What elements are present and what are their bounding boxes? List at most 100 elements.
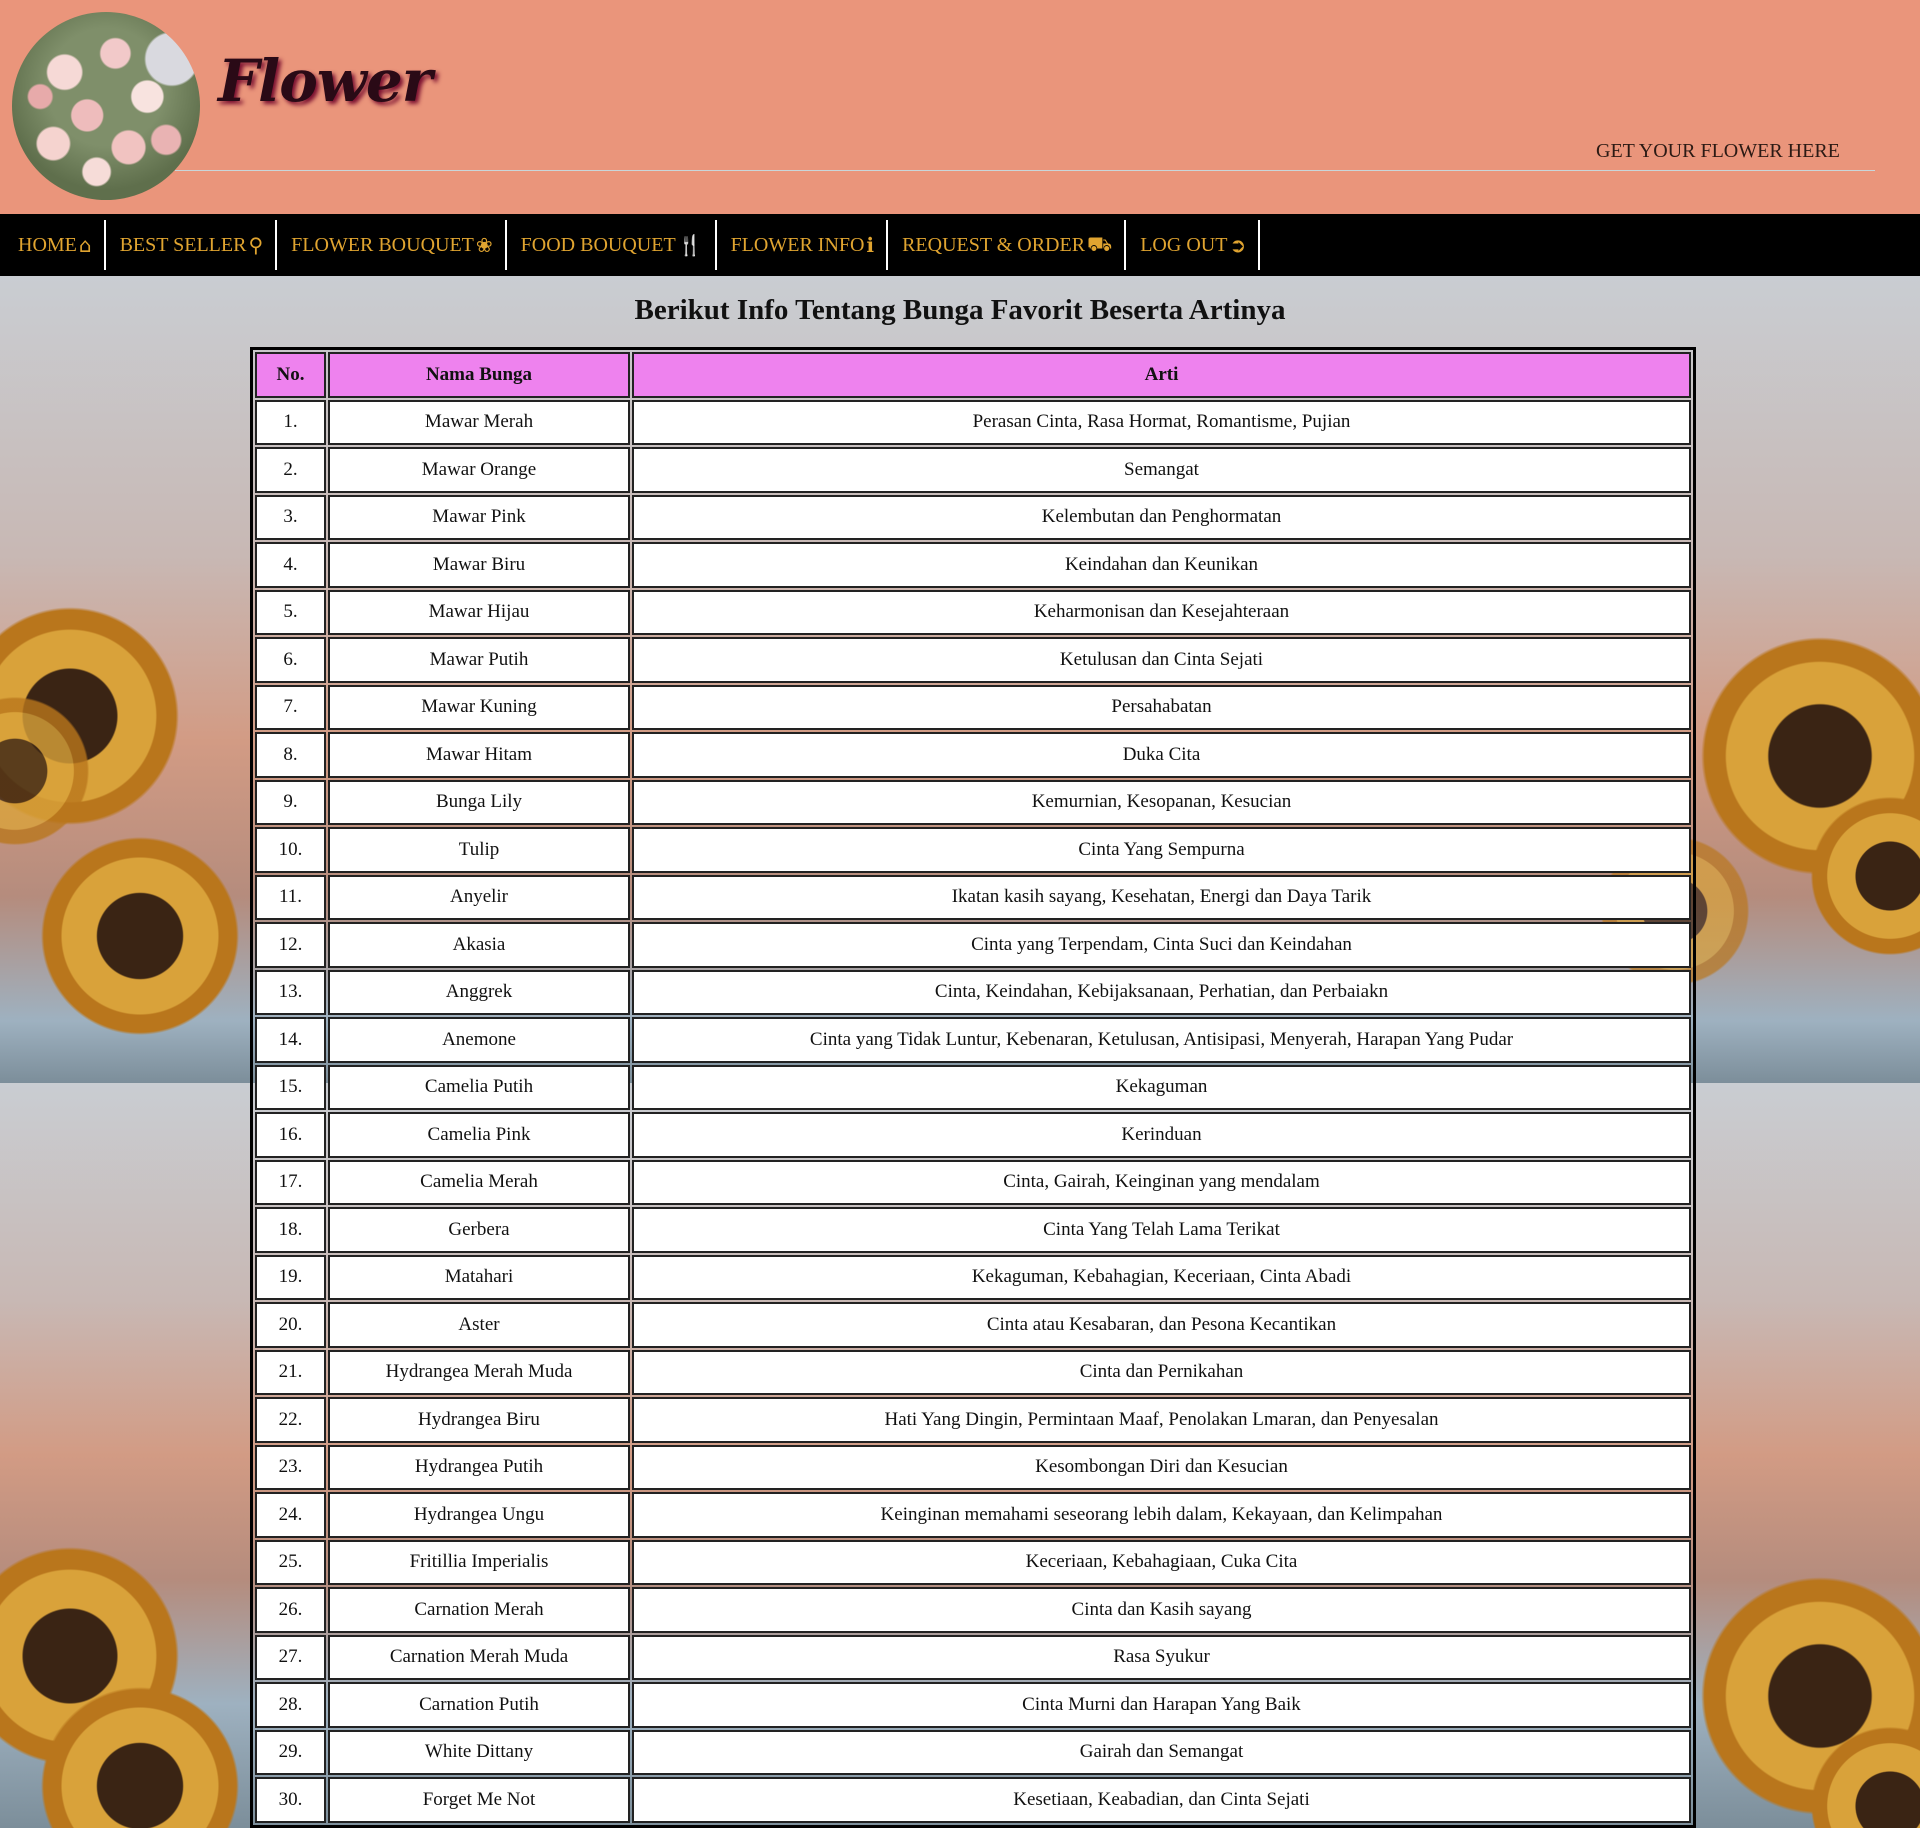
cell-flower-name: Hydrangea Putih bbox=[328, 1444, 630, 1490]
cell-flower-name: Akasia bbox=[328, 922, 630, 968]
table-row: 21. Hydrangea Merah Muda Cinta dan Pernika… bbox=[255, 1349, 1691, 1395]
cell-flower-name: Mawar Merah bbox=[328, 399, 630, 445]
nav-best-seller[interactable]: BEST SELLER ⚲ bbox=[106, 220, 278, 270]
cell-no: 15. bbox=[255, 1064, 326, 1110]
table-row: 29. White Dittany Gairah dan Semangat bbox=[255, 1729, 1691, 1775]
cell-flower-name: Aster bbox=[328, 1302, 630, 1348]
site-title: Flower bbox=[218, 47, 432, 115]
table-row: 28. Carnation Putih Cinta Murni dan Harapa… bbox=[255, 1682, 1691, 1728]
cell-flower-name: Hydrangea Merah Muda bbox=[328, 1349, 630, 1395]
cell-no: 30. bbox=[255, 1777, 326, 1823]
cutlery-icon: 🍴 bbox=[677, 233, 703, 257]
cell-meaning: Kekaguman bbox=[632, 1064, 1691, 1110]
cell-meaning: Cinta yang Terpendam, Cinta Suci dan Kei… bbox=[632, 922, 1691, 968]
cell-flower-name: Mawar Kuning bbox=[328, 684, 630, 730]
cell-flower-name: Mawar Pink bbox=[328, 494, 630, 540]
leaf-icon: ❀ bbox=[475, 233, 493, 257]
nav-home[interactable]: HOME ⌂ bbox=[0, 220, 106, 270]
nav-request-order-label: REQUEST & ORDER bbox=[902, 233, 1086, 256]
cell-meaning: Semangat bbox=[632, 447, 1691, 493]
table-row: 6. Mawar Putih Ketulusan dan Cinta Sejati bbox=[255, 637, 1691, 683]
cell-meaning: Cinta Yang Telah Lama Terikat bbox=[632, 1207, 1691, 1253]
cell-no: 2. bbox=[255, 447, 326, 493]
cell-no: 3. bbox=[255, 494, 326, 540]
page-heading: Berikut Info Tentang Bunga Favorit Beser… bbox=[634, 294, 1286, 326]
info-icon: ℹ bbox=[866, 233, 875, 257]
cell-flower-name: Mawar Biru bbox=[328, 542, 630, 588]
cell-meaning: Cinta yang Tidak Luntur, Kebenaran, Ketu… bbox=[632, 1017, 1691, 1063]
cell-no: 5. bbox=[255, 589, 326, 635]
cell-meaning: Keceriaan, Kebahagiaan, Cuka Cita bbox=[632, 1539, 1691, 1585]
cell-no: 10. bbox=[255, 827, 326, 873]
cell-no: 26. bbox=[255, 1587, 326, 1633]
table-row: 1. Mawar Merah Perasan Cinta, Rasa Hormat,… bbox=[255, 399, 1691, 445]
cell-no: 7. bbox=[255, 684, 326, 730]
table-row: 11. Anyelir Ikatan kasih sayang, Kesehatan… bbox=[255, 874, 1691, 920]
table-row: 14. Anemone Cinta yang Tidak Luntur, Keben… bbox=[255, 1017, 1691, 1063]
cell-no: 19. bbox=[255, 1254, 326, 1300]
cell-flower-name: Matahari bbox=[328, 1254, 630, 1300]
nav-best-seller-label: BEST SELLER bbox=[119, 233, 247, 256]
cell-no: 27. bbox=[255, 1634, 326, 1680]
cell-flower-name: Camelia Merah bbox=[328, 1159, 630, 1205]
cell-meaning: Hati Yang Dingin, Permintaan Maaf, Penol… bbox=[632, 1397, 1691, 1443]
cell-flower-name: Mawar Hitam bbox=[328, 732, 630, 778]
cell-meaning: Ikatan kasih sayang, Kesehatan, Energi d… bbox=[632, 874, 1691, 920]
nav-log-out[interactable]: LOG OUT ➲ bbox=[1126, 220, 1261, 270]
nav-flower-bouquet[interactable]: FLOWER BOUQUET ❀ bbox=[277, 220, 507, 270]
cell-meaning: Kesetiaan, Keabadian, dan Cinta Sejati bbox=[632, 1777, 1691, 1823]
cell-meaning: Cinta Yang Sempurna bbox=[632, 827, 1691, 873]
cell-flower-name: Forget Me Not bbox=[328, 1777, 630, 1823]
main-content: Berikut Info Tentang Bunga Favorit Beser… bbox=[0, 276, 1920, 1828]
cell-flower-name: Anyelir bbox=[328, 874, 630, 920]
nav-request-order[interactable]: REQUEST & ORDER ⛟ bbox=[888, 220, 1127, 270]
table-row: 9. Bunga Lily Kemurnian, Kesopanan, Kesuci… bbox=[255, 779, 1691, 825]
cell-meaning: Kemurnian, Kesopanan, Kesucian bbox=[632, 779, 1691, 825]
cell-meaning: Persahabatan bbox=[632, 684, 1691, 730]
table-row: 5. Mawar Hijau Keharmonisan dan Kesejahter… bbox=[255, 589, 1691, 635]
table-header-row: No. Nama Bunga Arti bbox=[255, 352, 1691, 398]
home-icon: ⌂ bbox=[78, 233, 92, 257]
cell-no: 14. bbox=[255, 1017, 326, 1063]
cell-meaning: Cinta Murni dan Harapan Yang Baik bbox=[632, 1682, 1691, 1728]
cell-meaning: Gairah dan Semangat bbox=[632, 1729, 1691, 1775]
cell-no: 25. bbox=[255, 1539, 326, 1585]
cell-meaning: Kelembutan dan Penghormatan bbox=[632, 494, 1691, 540]
cell-flower-name: Gerbera bbox=[328, 1207, 630, 1253]
cell-no: 6. bbox=[255, 637, 326, 683]
cell-flower-name: White Dittany bbox=[328, 1729, 630, 1775]
cell-meaning: Rasa Syukur bbox=[632, 1634, 1691, 1680]
nav-home-label: HOME bbox=[18, 233, 77, 256]
table-body: 1. Mawar Merah Perasan Cinta, Rasa Hormat,… bbox=[255, 399, 1691, 1823]
table-row: 26. Carnation Merah Cinta dan Kasih sayang bbox=[255, 1587, 1691, 1633]
cell-meaning: Kesombongan Diri dan Kesucian bbox=[632, 1444, 1691, 1490]
cell-no: 17. bbox=[255, 1159, 326, 1205]
nav-flower-info[interactable]: FLOWER INFO ℹ bbox=[717, 220, 889, 270]
nav-food-bouquet-label: FOOD BOUQUET bbox=[520, 233, 676, 256]
table-row: 7. Mawar Kuning Persahabatan bbox=[255, 684, 1691, 730]
cell-flower-name: Hydrangea Biru bbox=[328, 1397, 630, 1443]
cell-meaning: Kekaguman, Kebahagian, Keceriaan, Cinta … bbox=[632, 1254, 1691, 1300]
nav-log-out-label: LOG OUT bbox=[1140, 233, 1228, 256]
site-header: Flower GET YOUR FLOWER HERE bbox=[0, 0, 1920, 214]
table-row: 3. Mawar Pink Kelembutan dan Penghormatan bbox=[255, 494, 1691, 540]
tagline: GET YOUR FLOWER HERE bbox=[1596, 140, 1840, 162]
cell-flower-name: Camelia Pink bbox=[328, 1112, 630, 1158]
cell-meaning: Cinta, Keindahan, Kebijaksanaan, Perhati… bbox=[632, 969, 1691, 1015]
cell-meaning: Keinginan memahami seseorang lebih dalam… bbox=[632, 1492, 1691, 1538]
cell-flower-name: Hydrangea Ungu bbox=[328, 1492, 630, 1538]
award-icon: ⚲ bbox=[248, 233, 264, 257]
cell-no: 18. bbox=[255, 1207, 326, 1253]
cell-flower-name: Tulip bbox=[328, 827, 630, 873]
cell-meaning: Cinta dan Pernikahan bbox=[632, 1349, 1691, 1395]
logout-icon: ➲ bbox=[1229, 233, 1247, 257]
cell-flower-name: Mawar Orange bbox=[328, 447, 630, 493]
flower-info-table: No. Nama Bunga Arti 1. Mawar Merah Perasan… bbox=[250, 347, 1696, 1828]
cell-meaning: Keharmonisan dan Kesejahteraan bbox=[632, 589, 1691, 635]
cell-meaning: Ketulusan dan Cinta Sejati bbox=[632, 637, 1691, 683]
column-header-no: No. bbox=[255, 352, 326, 398]
table-row: 22. Hydrangea Biru Hati Yang Dingin, Permi… bbox=[255, 1397, 1691, 1443]
cell-meaning: Kerinduan bbox=[632, 1112, 1691, 1158]
nav-food-bouquet[interactable]: FOOD BOUQUET 🍴 bbox=[507, 220, 717, 270]
logo-image bbox=[12, 12, 200, 200]
